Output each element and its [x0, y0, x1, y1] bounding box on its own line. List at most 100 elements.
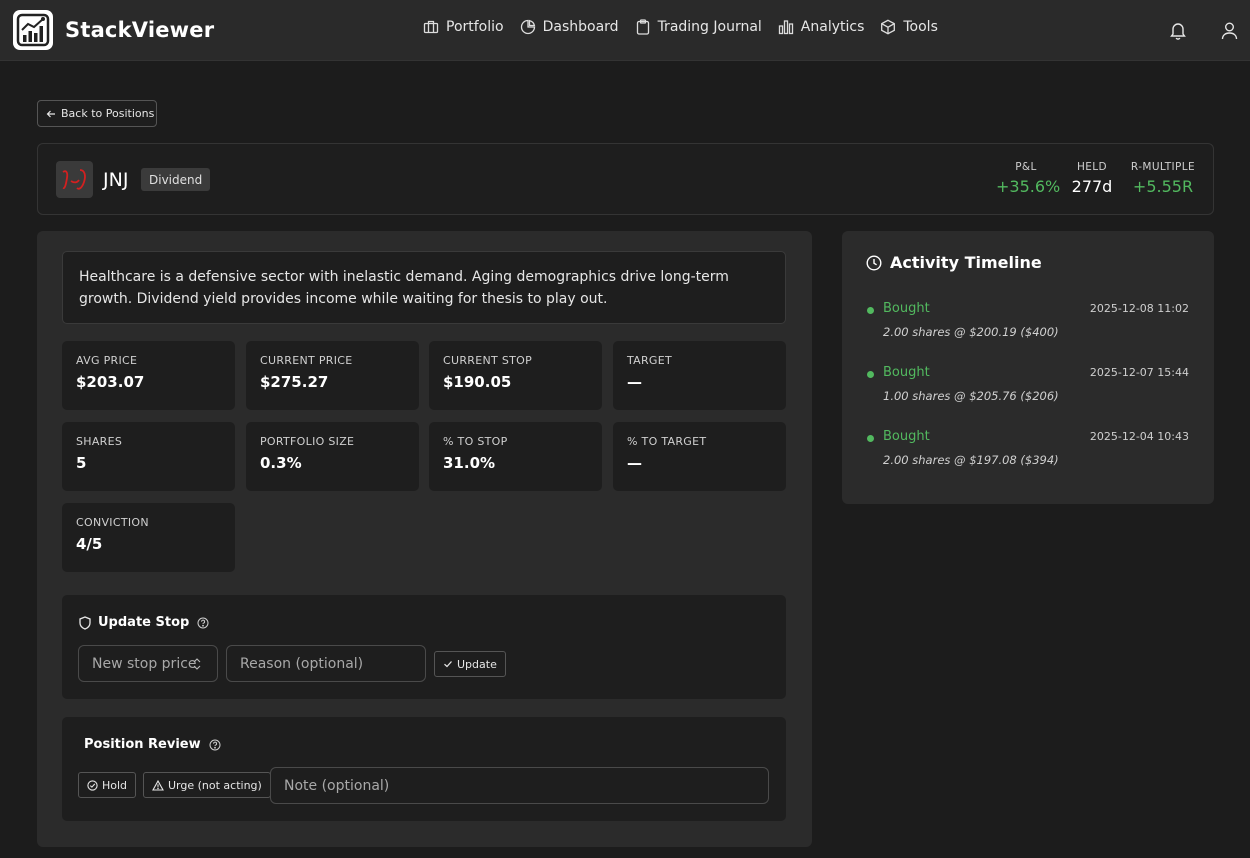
stat-r-multiple: R-MULTIPLE +5.55R [1128, 161, 1198, 196]
logo-chart-icon [13, 10, 53, 50]
metric-label: CURRENT STOP [443, 354, 533, 367]
metric-label: % TO STOP [443, 435, 508, 448]
event-time: 2025-12-04 10:43 [1089, 430, 1189, 443]
metric-target: TARGET — [613, 341, 786, 410]
stat-value: +5.55R [1132, 177, 1194, 196]
back-to-positions-button[interactable]: Back to Positions [37, 100, 157, 127]
urge-button-label: Urge (not acting) [168, 778, 262, 792]
status-dot [867, 307, 874, 314]
metric-value: 4/5 [76, 535, 103, 553]
check-circle-icon [87, 779, 98, 791]
update-stop-label: Update Stop [98, 615, 190, 630]
metric-value: $275.27 [260, 373, 329, 391]
timeline-title-label: Activity Timeline [890, 253, 1042, 272]
stat-label: R-MULTIPLE [1130, 161, 1196, 173]
nav-item-tools[interactable]: Tools [880, 19, 938, 35]
event-time: 2025-12-08 11:02 [1089, 302, 1189, 315]
user-icon[interactable] [1221, 21, 1238, 44]
nav-label: Dashboard [542, 19, 619, 35]
shield-icon [79, 615, 91, 630]
metric-value: 0.3% [260, 454, 302, 472]
metric-shares: SHARES 5 [62, 422, 235, 491]
metric-current-stop: CURRENT STOP $190.05 [429, 341, 602, 410]
top-navbar: StackViewer Portfolio Dashboard Trading … [0, 0, 1250, 61]
nav-label: Tools [903, 19, 938, 35]
nav-label: Portfolio [446, 19, 504, 35]
company-logo [56, 161, 93, 198]
event-time: 2025-12-07 15:44 [1089, 366, 1189, 379]
position-review-section: Position Review Hold Urge (not acting) [62, 717, 786, 821]
position-review-label: Position Review [84, 737, 201, 752]
category-tag: Dividend [141, 168, 211, 191]
arrow-left-icon [46, 110, 55, 117]
hold-button[interactable]: Hold [78, 772, 137, 798]
position-review-title: Position Review [84, 737, 221, 752]
stat-held: HELD 277d [1068, 161, 1116, 196]
main-nav: Portfolio Dashboard Trading Journal Anal… [423, 19, 954, 35]
event-detail: 2.00 shares @ $200.19 ($400) [883, 325, 1059, 339]
nav-item-analytics[interactable]: Analytics [778, 19, 865, 35]
metric-pct-to-stop: % TO STOP 31.0% [429, 422, 602, 491]
metric-current-price: CURRENT PRICE $275.27 [246, 341, 419, 410]
brand[interactable]: StackViewer [13, 10, 214, 50]
status-dot [867, 435, 874, 442]
status-dot [867, 371, 874, 378]
metric-label: CONVICTION [76, 516, 149, 529]
event-type: Bought [883, 365, 930, 380]
help-icon[interactable] [197, 617, 209, 629]
update-stop-button[interactable]: Update [434, 651, 506, 677]
metric-label: SHARES [76, 435, 123, 448]
metric-value: $203.07 [76, 373, 145, 391]
metric-label: TARGET [627, 354, 673, 367]
ticker-symbol: JNJ [103, 169, 129, 191]
urge-button[interactable]: Urge (not acting) [143, 772, 271, 798]
metric-conviction: CONVICTION 4/5 [62, 503, 235, 572]
clock-icon [866, 254, 882, 271]
metric-pct-to-target: % TO TARGET — [613, 422, 786, 491]
stat-label: HELD [1076, 161, 1108, 173]
briefcase-icon [423, 20, 439, 34]
metric-value: $190.05 [443, 373, 512, 391]
bell-icon[interactable] [1169, 21, 1187, 44]
event-type: Bought [883, 301, 930, 316]
stop-reason-input[interactable] [226, 645, 426, 682]
stat-pnl: P&L +35.6% [996, 161, 1061, 196]
metric-label: CURRENT PRICE [260, 354, 353, 367]
update-stop-section: Update Stop Update [62, 595, 786, 699]
help-icon[interactable] [209, 739, 221, 751]
hold-button-label: Hold [102, 778, 128, 792]
nav-label: Analytics [800, 19, 865, 35]
timeline-title: Activity Timeline [866, 253, 1042, 272]
nav-label: Trading Journal [657, 19, 762, 35]
event-detail: 2.00 shares @ $197.08 ($394) [883, 453, 1059, 467]
metric-portfolio-size: PORTFOLIO SIZE 0.3% [246, 422, 419, 491]
metric-value: — [627, 373, 642, 391]
stat-value: 277d [1071, 177, 1113, 196]
update-stop-title: Update Stop [79, 615, 209, 630]
metric-label: % TO TARGET [627, 435, 707, 448]
metric-label: AVG PRICE [76, 354, 138, 367]
stat-label: P&L [1015, 161, 1037, 173]
warning-triangle-icon [152, 779, 164, 791]
activity-timeline-panel: Activity Timeline Bought 2025-12-08 11:0… [842, 231, 1214, 504]
nav-item-portfolio[interactable]: Portfolio [423, 19, 504, 35]
event-type: Bought [883, 429, 930, 444]
spinner-arrows-icon[interactable] [193, 657, 201, 671]
event-detail: 1.00 shares @ $205.76 ($206) [883, 389, 1059, 403]
position-header: JNJ Dividend P&L +35.6% HELD 277d R-MULT… [37, 143, 1214, 215]
bar-chart-icon [778, 20, 793, 35]
thesis-text: Healthcare is a defensive sector with in… [62, 251, 786, 324]
back-button-label: Back to Positions [61, 107, 155, 120]
metric-value: 5 [76, 454, 87, 472]
check-icon [444, 661, 452, 668]
nav-item-trading-journal[interactable]: Trading Journal [635, 19, 762, 35]
stat-value: +35.6% [996, 177, 1061, 196]
metric-value: — [627, 454, 642, 472]
clipboard-icon [636, 19, 649, 35]
box-icon [881, 19, 896, 35]
review-note-input[interactable] [270, 767, 769, 804]
nav-item-dashboard[interactable]: Dashboard [520, 19, 619, 35]
position-details-panel: Healthcare is a defensive sector with in… [37, 231, 812, 847]
metric-avg-price: AVG PRICE $203.07 [62, 341, 235, 410]
app-name: StackViewer [65, 18, 215, 42]
